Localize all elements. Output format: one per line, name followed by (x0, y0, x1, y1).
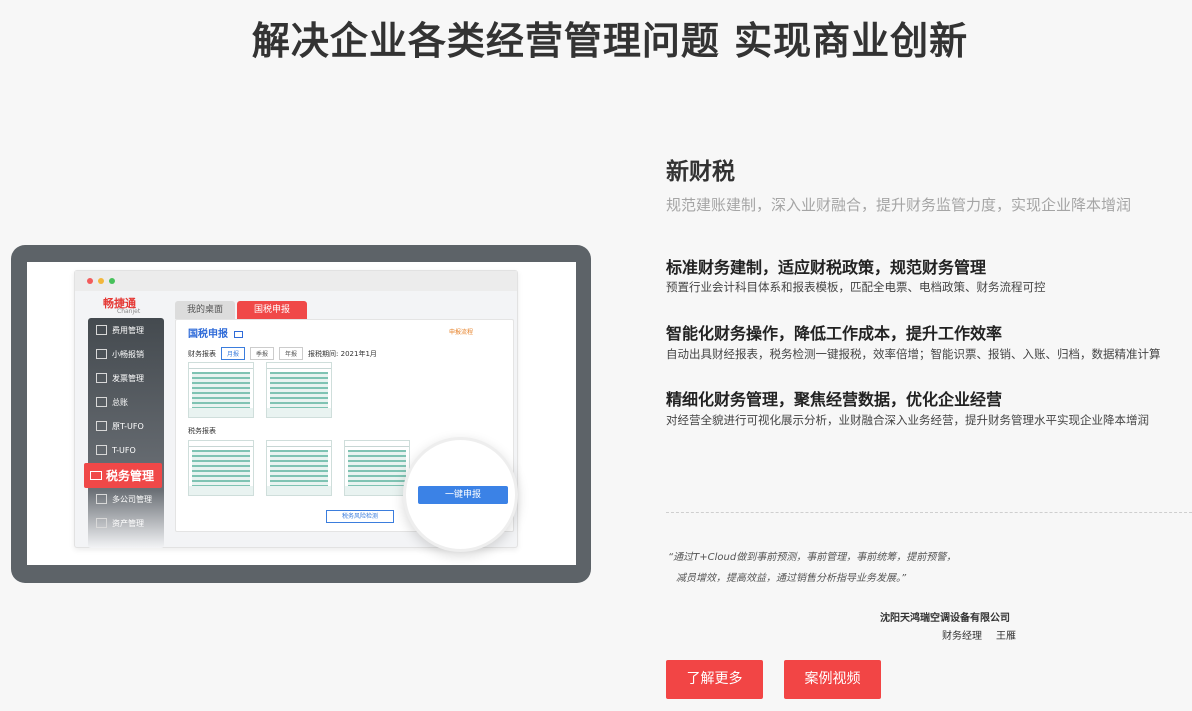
report-thumbnail[interactable] (188, 362, 254, 418)
sidebar-item-assets[interactable]: 资产管理 (96, 514, 144, 532)
reimburse-icon (96, 349, 107, 359)
filing-flow-link[interactable]: 申报流程 (449, 327, 473, 336)
window-titlebar (75, 271, 517, 291)
tax-report-thumbnail[interactable] (266, 440, 332, 496)
one-click-filing-button[interactable]: 一键申报 (418, 486, 508, 504)
feature-description: 自动出具财经报表，税务检测一键报税，效率倍增；智能识票、报销、入账、归档，数据精… (666, 347, 1161, 361)
report-icon (96, 445, 107, 455)
report-thumbnail[interactable] (266, 362, 332, 418)
feature-heading: 标准财务建制，适应财税政策，规范财务管理 (666, 258, 987, 277)
maximize-dot-icon (109, 278, 115, 284)
product-screenshot-frame: 畅捷通 Chanjet 费用管理 小畅报销 发票管理 总账 原T-UFO T-U… (11, 245, 591, 583)
sidebar-item-tufo[interactable]: T-UFO (96, 441, 136, 459)
feature-heading: 精细化财务管理，聚焦经营数据，优化企业经营 (666, 390, 1003, 409)
ledger-icon (96, 397, 107, 407)
sidebar-item-invoice[interactable]: 发票管理 (96, 369, 144, 387)
learn-more-button[interactable]: 了解更多 (666, 660, 763, 699)
section-subtitle: 规范建账建制，深入业财融合，提升财务监管力度，实现企业降本增润 (666, 196, 1132, 214)
tax-report-thumbnail[interactable] (188, 440, 254, 496)
product-screen: 畅捷通 Chanjet 费用管理 小畅报销 发票管理 总账 原T-UFO T-U… (27, 262, 576, 565)
section-divider (666, 512, 1192, 513)
testimonial-person: 财务经理 王雁 (942, 627, 1016, 642)
panel-title: 国税申报 (188, 325, 244, 340)
magnifier-callout: 一键申报 (403, 437, 518, 552)
expense-icon (96, 325, 107, 335)
minimize-dot-icon (98, 278, 104, 284)
page-headline: 解决企业各类经营管理问题 实现商业创新 (251, 19, 969, 63)
video-icon (234, 330, 244, 338)
asset-icon (96, 518, 107, 528)
testimonial-line-1: “通过T+Cloud做到事前预测，事前管理，事前统筹，提前预警， (668, 552, 957, 563)
section-title: 新财税 (666, 159, 735, 185)
tax-period: 报税期间: 2021年1月 (308, 349, 377, 358)
sidebar-item-reimburse[interactable]: 小畅报销 (96, 345, 144, 363)
close-dot-icon (87, 278, 93, 284)
sidebar-item-tax-active[interactable]: 税务管理 (84, 463, 162, 488)
testimonial-line-2: 减员增效，提高效益，通过销售分析指导业务发展。” (676, 573, 907, 584)
report-filter-row: 财务报表 月报 季报 年报 报税期间: 2021年1月 (188, 347, 377, 360)
report-icon (96, 421, 107, 431)
feature-description: 对经营全貌进行可视化展示分析，业财融合深入业务经营，提升财务管理水平实现企业降本… (666, 413, 1149, 427)
building-icon (96, 494, 107, 504)
testimonial-name: 王雁 (996, 631, 1016, 642)
testimonial-company: 沈阳天鸿瑞空调设备有限公司 (880, 613, 1010, 624)
testimonial-role: 财务经理 (942, 631, 982, 642)
feature-description: 预置行业会计科目体系和报表模板，匹配全电票、电档政策、财务流程可控 (666, 280, 1046, 294)
sidebar-item-old-tufo[interactable]: 原T-UFO (96, 417, 144, 435)
tab-desktop[interactable]: 我的桌面 (175, 301, 235, 319)
period-pill-monthly[interactable]: 月报 (221, 347, 246, 360)
tax-report-thumbnail[interactable] (344, 440, 410, 496)
invoice-icon (96, 373, 107, 383)
tax-risk-check-button[interactable]: 税务风险检测 (326, 510, 394, 523)
tab-tax-filing[interactable]: 国税申报 (237, 301, 307, 319)
sidebar-item-ledger[interactable]: 总账 (96, 393, 128, 411)
app-sidebar: 费用管理 小畅报销 发票管理 总账 原T-UFO T-UFO 多公司管理 资产管… (88, 318, 164, 548)
period-pill-quarterly[interactable]: 季报 (250, 347, 275, 360)
feature-heading: 智能化财务操作，降低工作成本，提升工作效率 (666, 324, 1003, 343)
brand-logo-en: Chanjet (117, 308, 141, 315)
tax-reports-label: 税务报表 (188, 427, 216, 435)
tax-icon (90, 471, 102, 480)
period-pill-yearly[interactable]: 年报 (279, 347, 304, 360)
sidebar-item-multi-company[interactable]: 多公司管理 (96, 490, 152, 508)
case-video-button[interactable]: 案例视频 (784, 660, 881, 699)
sidebar-item-expense[interactable]: 费用管理 (96, 321, 144, 339)
